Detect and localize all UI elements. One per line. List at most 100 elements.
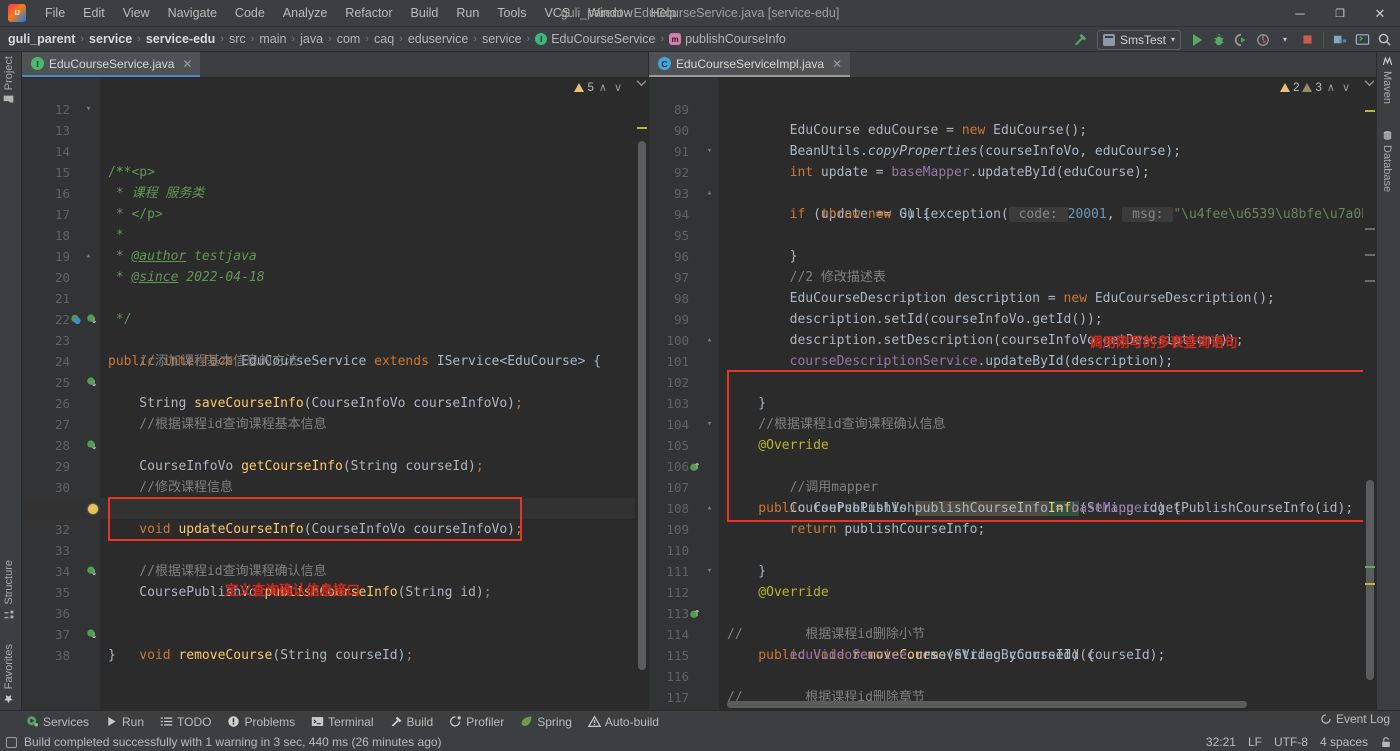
breadcrumb-item-publishCourseInfo[interactable]: m publishCourseInfo <box>669 32 786 46</box>
tool-button-todo[interactable]: TODO <box>152 713 219 731</box>
breadcrumb-item-caq[interactable]: caq <box>374 32 394 46</box>
menu-build[interactable]: Build <box>402 3 448 23</box>
prev-problem-icon[interactable]: ∧ <box>597 81 609 94</box>
tab-EduCourseServiceImpl-java[interactable]: C EduCourseServiceImpl.java ✕ <box>649 52 851 77</box>
code-area-left[interactable]: 5 ∧ ∨ 12 13 ▾ /** 14 * <p> 15 * 课程 服务类 1… <box>22 78 648 710</box>
menu-run[interactable]: Run <box>447 3 488 23</box>
close-button[interactable]: ✕ <box>1360 0 1400 27</box>
tool-button-database[interactable]: Database <box>1381 130 1393 192</box>
code-text-left[interactable]: 12 13 ▾ /** 14 * <p> 15 * 课程 服务类 16 * </… <box>22 78 648 710</box>
tool-button-spring[interactable]: Spring <box>512 713 580 731</box>
breadcrumb-item-main[interactable]: main <box>259 32 286 46</box>
next-problem-icon[interactable]: ∨ <box>1340 81 1352 94</box>
tab-EduCourseService-java[interactable]: I EduCourseService.java ✕ <box>22 52 201 77</box>
tool-window-bar: Services Run TODO Problems Terminal Buil… <box>0 711 1400 732</box>
code-area-right[interactable]: 2 3 ∧ ∨ 89 EduCourse eduCourse = new Edu… <box>649 78 1376 710</box>
scrollbar-thumb-right[interactable] <box>1366 480 1374 680</box>
tool-button-favorites[interactable]: Favorites <box>3 644 15 704</box>
breadcrumb-item-EduCourseService[interactable]: I EduCourseService <box>535 32 655 46</box>
stop-icon[interactable] <box>1297 30 1317 50</box>
menu-help[interactable]: Help <box>642 3 686 23</box>
occurrence-marker[interactable] <box>1365 254 1375 256</box>
star-icon <box>4 693 15 704</box>
run-icon[interactable] <box>1187 30 1207 50</box>
inspections-widget-icon[interactable] <box>636 79 647 88</box>
minimize-button[interactable]: ─ <box>1280 0 1320 27</box>
fold-icon[interactable]: ▾ <box>705 567 714 576</box>
maximize-button[interactable]: ❐ <box>1320 0 1360 27</box>
hammer-icon[interactable] <box>1071 30 1091 50</box>
code-text-right[interactable]: 89 EduCourse eduCourse = new EduCourse()… <box>649 78 1376 710</box>
warning-marker[interactable] <box>1365 110 1375 112</box>
tool-button-terminal[interactable]: Terminal <box>303 713 381 731</box>
breadcrumb-item-service2[interactable]: service <box>482 32 522 46</box>
fold-icon[interactable]: ▴ <box>705 336 714 345</box>
menu-view[interactable]: View <box>114 3 159 23</box>
tool-button-auto-build[interactable]: Auto-build <box>580 713 667 731</box>
run-configuration-selector[interactable]: SmsTest ▾ <box>1096 29 1181 50</box>
tool-button-build[interactable]: Build <box>382 713 442 731</box>
event-log-button[interactable]: Event Log <box>1320 712 1390 726</box>
tool-button-problems[interactable]: Problems <box>219 713 303 731</box>
menu-code[interactable]: Code <box>226 3 274 23</box>
window-controls: ─ ❐ ✕ <box>1280 0 1400 27</box>
caret-position[interactable]: 32:21 <box>1206 735 1236 749</box>
run-with-coverage-icon[interactable] <box>1231 30 1251 50</box>
tool-button-profiler[interactable]: Profiler <box>441 713 512 731</box>
occurrence-marker[interactable] <box>1365 228 1375 230</box>
read-write-lock-icon[interactable] <box>1380 736 1392 749</box>
breadcrumb-item-com[interactable]: com <box>337 32 361 46</box>
occurrence-marker[interactable] <box>1365 280 1375 282</box>
inspection-widget-right[interactable]: 2 3 ∧ ∨ <box>1280 81 1352 94</box>
chevron-down-icon[interactable]: ▾ <box>1275 30 1295 50</box>
inspections-widget-icon[interactable] <box>1364 79 1375 88</box>
inspection-widget-left[interactable]: 5 ∧ ∨ <box>574 81 624 94</box>
menu-tools[interactable]: Tools <box>488 3 535 23</box>
indent-setting[interactable]: 4 spaces <box>1320 735 1368 749</box>
encoding[interactable]: UTF-8 <box>1274 735 1308 749</box>
chevron-down-icon: ▾ <box>1170 35 1175 44</box>
menu-refactor[interactable]: Refactor <box>336 3 401 23</box>
scrollbar-track-left[interactable] <box>635 78 648 710</box>
fold-icon[interactable]: ▾ <box>705 420 714 429</box>
update-project-icon[interactable] <box>1330 30 1350 50</box>
close-icon[interactable]: ✕ <box>182 57 192 71</box>
fold-icon[interactable]: ▾ <box>84 105 93 114</box>
menu-vcs[interactable]: VCS <box>535 3 579 23</box>
fold-icon[interactable]: ▾ <box>705 147 714 156</box>
scrollbar-thumb-left[interactable] <box>638 141 646 670</box>
fold-icon[interactable]: ▴ <box>84 252 93 261</box>
scrollbar-track-right[interactable] <box>1363 78 1376 710</box>
search-everywhere-icon[interactable] <box>1374 30 1394 50</box>
breadcrumb-item-java[interactable]: java <box>300 32 323 46</box>
debug-icon[interactable] <box>1209 30 1229 50</box>
warning-marker[interactable] <box>637 127 647 129</box>
menu-analyze[interactable]: Analyze <box>274 3 336 23</box>
profiler-icon[interactable] <box>1253 30 1273 50</box>
breadcrumb-item-eduservice[interactable]: eduservice <box>408 32 468 46</box>
breadcrumb-item-service[interactable]: service <box>89 32 132 46</box>
menu-window[interactable]: Window <box>579 3 641 23</box>
fold-icon[interactable]: ▴ <box>705 189 714 198</box>
open-terminal-icon[interactable] <box>1352 30 1372 50</box>
breadcrumb-item-guli_parent[interactable]: guli_parent <box>8 32 75 46</box>
next-problem-icon[interactable]: ∨ <box>612 81 624 94</box>
tool-button-maven[interactable]: Maven <box>1381 56 1393 104</box>
tool-button-project[interactable]: Project <box>3 56 15 105</box>
menu-edit[interactable]: Edit <box>74 3 114 23</box>
horizontal-scrollbar-right[interactable] <box>727 701 1247 708</box>
line-separator[interactable]: LF <box>1248 735 1262 749</box>
menu-navigate[interactable]: Navigate <box>159 3 226 23</box>
fold-icon[interactable]: ▴ <box>705 504 714 513</box>
prev-problem-icon[interactable]: ∧ <box>1325 81 1337 94</box>
tool-button-structure[interactable]: Structure <box>3 560 15 620</box>
breadcrumb-item-src[interactable]: src <box>229 32 246 46</box>
tool-button-services[interactable]: Services <box>18 713 97 731</box>
tool-button-run[interactable]: Run <box>97 713 152 731</box>
changed-lines-marker[interactable] <box>1365 566 1375 568</box>
warning-marker[interactable] <box>1365 583 1375 585</box>
intention-bulb-icon[interactable] <box>88 504 98 514</box>
menu-file[interactable]: File <box>36 3 74 23</box>
breadcrumb-item-service-edu[interactable]: service-edu <box>146 32 215 46</box>
close-icon[interactable]: ✕ <box>832 57 842 71</box>
